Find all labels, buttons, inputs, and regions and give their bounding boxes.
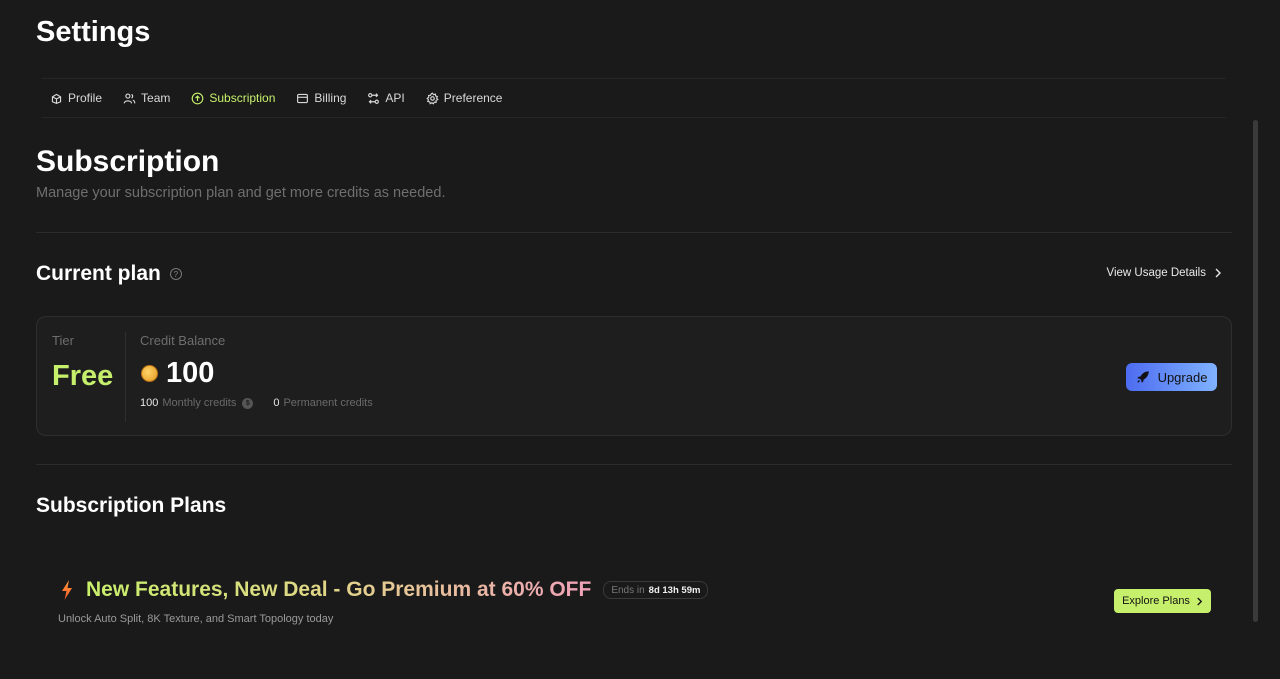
gear-icon — [426, 92, 439, 105]
coin-icon — [141, 365, 158, 382]
tab-label: Profile — [68, 91, 103, 105]
credit-balance-label: Credit Balance — [140, 333, 226, 348]
team-icon — [123, 92, 136, 104]
current-plan-heading: Current plan ? — [36, 262, 182, 286]
settings-tabs: Profile Team Subscription Billing API Pr… — [42, 78, 1226, 118]
divider — [36, 464, 1232, 465]
permanent-credits-value: 0 — [273, 397, 280, 409]
api-icon — [368, 92, 380, 104]
upgrade-label: Upgrade — [1157, 369, 1208, 385]
upgrade-button[interactable]: Upgrade — [1126, 363, 1217, 391]
subscription-icon — [192, 92, 204, 104]
promo-subtitle: Unlock Auto Split, 8K Texture, and Smart… — [58, 613, 334, 625]
monthly-credits-value: 100 — [140, 397, 159, 409]
help-icon[interactable]: ? — [169, 268, 182, 280]
tab-label: Preference — [443, 91, 503, 105]
subscription-plans-heading: Subscription Plans — [36, 494, 227, 517]
tab-api[interactable]: API — [367, 91, 405, 105]
tab-label: Subscription — [209, 91, 276, 105]
promo-title: New Features, New Deal - Go Premium at 6… — [86, 578, 592, 601]
current-plan-card: Tier Free Credit Balance 100 100 Monthly… — [36, 316, 1232, 436]
card-divider — [125, 332, 126, 422]
explore-plans-label: Explore Plans — [1122, 595, 1190, 607]
tier-value: Free — [52, 360, 114, 392]
credit-breakdown: 100 Monthly credits $ 0 Permanent credit… — [140, 397, 373, 409]
tab-subscription[interactable]: Subscription — [191, 91, 275, 105]
page-title: Settings — [36, 16, 151, 48]
view-usage-label: View Usage Details — [1106, 267, 1206, 279]
view-usage-details-link[interactable]: View Usage Details — [1106, 267, 1222, 279]
tab-label: API — [385, 91, 405, 105]
credit-balance-value: 100 — [166, 357, 215, 389]
countdown-label: Ends in — [611, 584, 645, 596]
tab-team[interactable]: Team — [123, 91, 170, 105]
chevron-right-icon — [1215, 268, 1221, 278]
tab-profile[interactable]: Profile — [50, 91, 102, 105]
lightning-icon — [62, 580, 72, 600]
countdown-badge: Ends in 8d 13h 59m — [603, 581, 709, 599]
current-plan-title: Current plan — [36, 262, 161, 285]
profile-icon — [51, 93, 62, 104]
countdown-time: 8d 13h 59m — [648, 584, 701, 596]
tier-label: Tier — [52, 333, 74, 348]
tab-preference[interactable]: Preference — [426, 91, 503, 105]
tab-billing[interactable]: Billing — [296, 91, 346, 105]
billing-icon — [297, 93, 309, 103]
section-subtitle: Manage your subscription plan and get mo… — [36, 185, 446, 201]
permanent-credits-label: Permanent credits — [283, 397, 373, 409]
rocket-icon — [1136, 371, 1149, 383]
info-icon[interactable]: $ — [242, 397, 254, 409]
promo-banner: New Features, New Deal - Go Premium at 6… — [60, 578, 709, 602]
explore-plans-button[interactable]: Explore Plans — [1114, 589, 1211, 613]
credit-balance-row: 100 — [141, 357, 214, 390]
chevron-right-icon — [1197, 597, 1203, 605]
tab-label: Billing — [314, 91, 347, 105]
tab-label: Team — [141, 91, 171, 105]
monthly-credits-label: Monthly credits — [162, 397, 237, 409]
divider — [36, 232, 1232, 233]
scrollbar[interactable] — [1253, 120, 1258, 622]
section-title: Subscription — [36, 145, 220, 178]
